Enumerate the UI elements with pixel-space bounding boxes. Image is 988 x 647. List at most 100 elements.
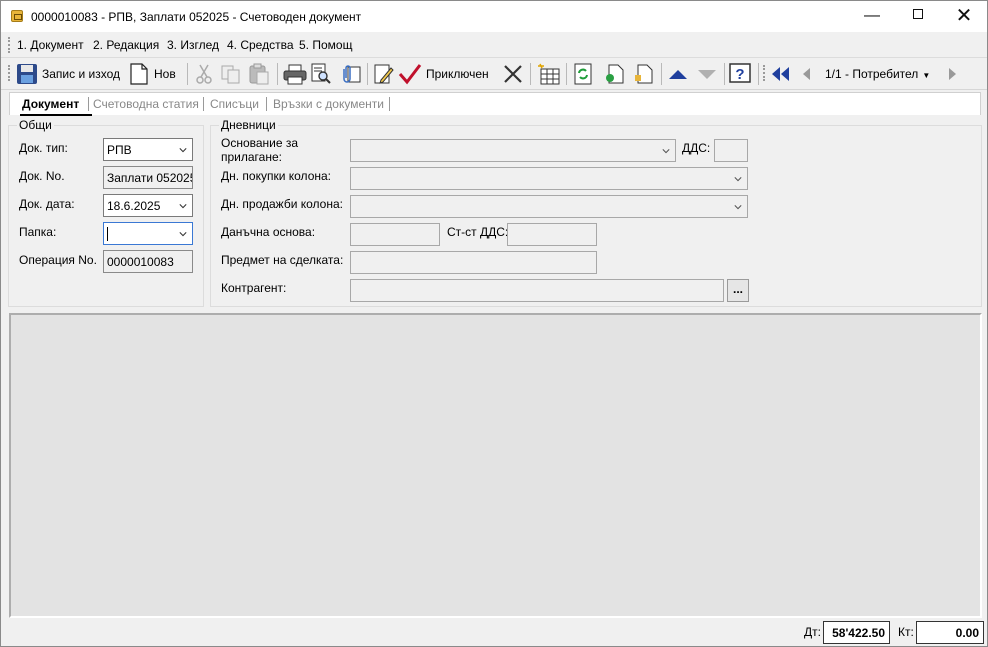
menu-view[interactable]: 3. Изглед (167, 38, 219, 52)
maximize-icon (913, 9, 923, 20)
menu-bar: 1. Документ 2. Редакция 3. Изглед 4. Сре… (1, 32, 987, 58)
toolbar-separator (187, 63, 188, 85)
app-icon (11, 10, 23, 22)
title-bar: 0000010083 - РПВ, Заплати 052025 - Счето… (1, 1, 987, 32)
add-page-icon (606, 64, 624, 84)
arrow-down-icon (698, 70, 716, 79)
operation-no-label: Операция No. (19, 253, 97, 267)
operation-no-field: 0000010083 (103, 250, 193, 273)
delete-icon (504, 65, 522, 83)
chevron-down-icon (179, 204, 187, 209)
toolbar-separator (661, 63, 662, 85)
print-button[interactable] (283, 61, 307, 87)
active-tab-indicator (20, 114, 92, 116)
counterparty-browse-button[interactable]: ... (727, 279, 749, 302)
copy-button[interactable] (220, 61, 242, 87)
credit-total: 0.00 (916, 621, 984, 644)
basis-label: Основание за прилагане: (221, 136, 299, 164)
doc-no-field[interactable]: Заплати 052025 (103, 166, 193, 189)
menu-document[interactable]: 1. Документ (17, 38, 84, 52)
folder-label: Папка: (19, 225, 57, 239)
copy-page-icon (635, 64, 653, 84)
counterparty-label: Контрагент: (221, 281, 287, 295)
toolbar-separator (367, 63, 368, 85)
save-exit-label: Запис и изход (42, 67, 120, 81)
tab-separator (389, 97, 390, 111)
help-button[interactable]: ? (729, 61, 751, 87)
purchases-column-select[interactable] (350, 167, 748, 190)
help-icon: ? (729, 63, 751, 83)
subject-field[interactable] (350, 251, 597, 274)
purchases-column-label: Дн. покупки колона: (221, 169, 332, 183)
toolbar-separator (724, 63, 725, 85)
tab-lists[interactable]: Списъци (210, 97, 259, 111)
text-caret (107, 226, 108, 241)
arrow-up-icon (669, 70, 687, 79)
toolbar-grip-icon (763, 65, 766, 81)
general-group-title: Общи (17, 118, 54, 132)
vat-amount-label: Ст-ст ДДС: (447, 225, 509, 239)
copy-icon (221, 65, 240, 84)
check-icon (398, 64, 422, 85)
doc-type-select[interactable]: РПВ (103, 138, 193, 161)
doc-no-label: Док. No. (19, 169, 65, 183)
document-window: 0000010083 - РПВ, Заплати 052025 - Счето… (0, 0, 988, 647)
print-icon (283, 64, 307, 85)
new-button[interactable]: Нов (129, 61, 176, 87)
sales-column-label: Дн. продажби колона: (221, 197, 343, 211)
vat-label: ДДС: (682, 141, 711, 155)
sales-column-select[interactable] (350, 195, 748, 218)
counterparty-field[interactable] (350, 279, 724, 302)
folder-select[interactable] (103, 222, 193, 245)
move-down-button[interactable] (696, 61, 718, 87)
toolbar-separator (566, 63, 567, 85)
tab-accounting-entry[interactable]: Счетоводна статия (93, 97, 199, 111)
tax-base-field[interactable] (350, 223, 440, 246)
toolbar-separator (530, 63, 531, 85)
copy-page-button[interactable] (633, 61, 655, 87)
basis-select[interactable] (350, 139, 676, 162)
save-exit-button[interactable]: Запис и изход (16, 61, 120, 87)
new-document-icon (130, 63, 148, 85)
paste-button[interactable] (248, 61, 270, 87)
add-page-button[interactable] (604, 61, 626, 87)
maximize-button[interactable] (895, 1, 941, 32)
save-icon (17, 64, 37, 84)
credit-label: Кт: (898, 625, 914, 639)
toolbar-separator (758, 63, 759, 85)
menu-tools[interactable]: 4. Средства (227, 38, 294, 52)
toolbar: Запис и изход Нов Приключен ? 1/1 - Потр… (1, 58, 987, 90)
minimize-button[interactable]: — (849, 1, 895, 32)
attach-button[interactable] (338, 61, 362, 87)
print-preview-icon (311, 63, 331, 84)
vat-amount-field[interactable] (507, 223, 597, 246)
close-button[interactable]: ✕ (941, 1, 987, 32)
tab-bar: Документ Счетоводна статия Списъци Връзк… (9, 92, 981, 116)
cut-icon (196, 64, 212, 84)
refresh-button[interactable] (572, 61, 594, 87)
menu-help[interactable]: 5. Помощ (299, 38, 352, 52)
user-selector[interactable]: 1/1 - Потребител ▼ (825, 67, 930, 81)
print-preview-button[interactable] (310, 61, 332, 87)
first-record-button[interactable] (769, 61, 791, 87)
doc-date-picker[interactable]: 18.6.2025 (103, 194, 193, 217)
calculator-button[interactable] (537, 61, 561, 87)
finished-button[interactable]: Приключен (398, 61, 489, 87)
vat-field[interactable] (714, 139, 748, 162)
cut-button[interactable] (195, 61, 213, 87)
menu-edit[interactable]: 2. Редакция (93, 38, 159, 52)
subject-label: Предмет на сделката: (221, 253, 344, 267)
delete-button[interactable] (502, 61, 524, 87)
move-up-button[interactable] (667, 61, 689, 87)
chevron-down-icon (734, 205, 742, 210)
svg-text:?: ? (735, 66, 744, 83)
tab-document-links[interactable]: Връзки с документи (273, 97, 384, 111)
tab-document[interactable]: Документ (22, 97, 79, 111)
toolbar-grip-icon (8, 65, 11, 81)
chevron-down-icon (734, 177, 742, 182)
previous-record-button[interactable] (798, 61, 814, 87)
doc-date-label: Док. дата: (19, 197, 75, 211)
edit-button[interactable] (373, 61, 395, 87)
next-record-button[interactable] (945, 61, 961, 87)
menu-grip-icon (8, 37, 11, 53)
